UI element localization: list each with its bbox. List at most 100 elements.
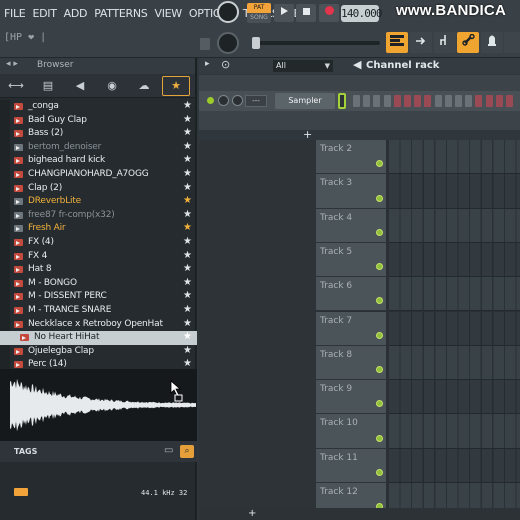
hint-scroll-icon[interactable]: [200, 38, 210, 50]
pat-mode-button[interactable]: PAT: [247, 3, 271, 13]
browser-list-item[interactable]: _conga ★: [0, 100, 197, 114]
favorite-star-icon[interactable]: ★: [183, 195, 192, 206]
favorite-star-icon[interactable]: ★: [183, 236, 192, 247]
search-icon[interactable]: ⌕: [180, 445, 194, 458]
track-enable-led[interactable]: [376, 331, 383, 339]
track-enable-led[interactable]: [376, 468, 383, 476]
browser-list-item[interactable]: bighead hard kick ★: [0, 154, 197, 168]
favorite-star-icon[interactable]: ★: [183, 209, 192, 220]
favorite-star-icon[interactable]: ★: [183, 277, 192, 288]
browser-list-item[interactable]: bertom_denoiser ★: [0, 141, 197, 155]
step-button[interactable]: [465, 95, 473, 107]
step-button[interactable]: [506, 95, 513, 107]
step-button[interactable]: [475, 95, 483, 107]
toolbar-extra-button[interactable]: [504, 32, 520, 53]
channel-name-button[interactable]: Sampler: [275, 93, 335, 109]
step-button[interactable]: [353, 95, 360, 107]
browser-list-item[interactable]: FX (4) ★: [0, 236, 197, 250]
track-header[interactable]: Track 7: [316, 311, 387, 346]
rack-menu-arrow-icon[interactable]: ▸: [205, 59, 210, 69]
stop-button[interactable]: [296, 4, 316, 22]
track-header[interactable]: Track 4: [316, 208, 387, 243]
channel-row[interactable]: --- Sampler: [199, 91, 520, 111]
favorite-star-icon[interactable]: ★: [183, 331, 192, 342]
browser-list-item[interactable]: Bass (2) ★: [0, 127, 197, 141]
favorite-star-icon[interactable]: ★: [183, 182, 192, 193]
cloud-icon[interactable]: ☁: [128, 74, 160, 98]
piano-roll-button[interactable]: [410, 32, 432, 53]
favorite-star-icon[interactable]: ★: [183, 114, 192, 125]
tempo-display[interactable]: 140.000: [341, 5, 383, 22]
plugin-picker-button[interactable]: [481, 32, 503, 53]
browser-list-item[interactable]: Ojuelegba Clap ★: [0, 345, 197, 359]
favorite-star-icon[interactable]: ★: [183, 100, 192, 111]
master-pitch-slider[interactable]: [252, 37, 380, 49]
browser-list-item[interactable]: Neckklace x Retroboy OpenHat ★: [0, 318, 197, 332]
channel-select-box[interactable]: [338, 93, 346, 109]
favorite-star-icon[interactable]: ★: [183, 290, 192, 301]
track-enable-led[interactable]: [376, 297, 383, 305]
track-enable-led[interactable]: [376, 366, 383, 374]
step-button[interactable]: [393, 95, 401, 107]
browser-list-item[interactable]: CHANGPIANOHARD_A7OGG ★: [0, 168, 197, 182]
add-track-icon[interactable]: +: [248, 508, 256, 519]
step-button[interactable]: [424, 95, 432, 107]
track-lane[interactable]: [389, 380, 520, 415]
browser-list-item[interactable]: Fresh Air ★: [0, 222, 197, 236]
files-icon[interactable]: ▤: [32, 74, 64, 98]
menu-edit[interactable]: EDIT: [28, 3, 59, 23]
channel-rack-button[interactable]: [457, 32, 479, 53]
waveform-play-icon[interactable]: [14, 488, 28, 496]
main-volume-knob[interactable]: [217, 1, 239, 23]
track-header[interactable]: Track 10: [316, 414, 387, 449]
slider-thumb[interactable]: [252, 37, 260, 49]
channel-volume-knob[interactable]: [232, 95, 243, 106]
track-header[interactable]: Track 8: [316, 345, 387, 381]
step-button[interactable]: [455, 95, 462, 107]
favorite-star-icon[interactable]: ★: [183, 127, 192, 138]
step-button[interactable]: [434, 95, 442, 107]
step-button[interactable]: [495, 95, 503, 107]
browser-list-item[interactable]: Bad Guy Clap ★: [0, 114, 197, 128]
track-header[interactable]: Track 9: [316, 380, 387, 415]
favorite-star-icon[interactable]: ★: [183, 318, 192, 329]
step-button[interactable]: [383, 95, 391, 107]
mixer-button[interactable]: [434, 32, 456, 53]
favorite-star-icon[interactable]: ★: [183, 263, 192, 274]
star-icon[interactable]: ★: [162, 76, 190, 96]
browser-arrows-icon[interactable]: ◂ ▸: [6, 59, 18, 69]
browser-list-item[interactable]: DReverbLite ★: [0, 195, 197, 209]
track-lane[interactable]: [389, 140, 520, 175]
track-lane[interactable]: [389, 414, 520, 449]
channel-mute-led[interactable]: [207, 97, 214, 104]
rack-options-icon[interactable]: ⊙: [221, 58, 230, 71]
speaker-icon[interactable]: ◀: [64, 74, 96, 98]
step-button[interactable]: [373, 95, 381, 107]
browser-list-item[interactable]: M - BONGO ★: [0, 277, 197, 291]
browser-list-item[interactable]: M - DISSENT PERC ★: [0, 290, 197, 304]
track-lane[interactable]: [389, 174, 520, 209]
track-lane[interactable]: [389, 242, 520, 278]
favorite-star-icon[interactable]: ★: [183, 250, 192, 261]
menu-patterns[interactable]: PATTERNS: [90, 3, 150, 23]
track-lane[interactable]: [389, 277, 520, 312]
folder-icon[interactable]: ▭: [164, 445, 173, 456]
step-button[interactable]: [363, 95, 371, 107]
pat-song-toggle[interactable]: PAT SONG: [247, 3, 271, 23]
favorite-star-icon[interactable]: ★: [183, 222, 192, 233]
channel-filter-select[interactable]: All ▼: [273, 60, 333, 72]
browser-list-item[interactable]: No Heart HiHat ★: [0, 331, 197, 345]
favorite-star-icon[interactable]: ★: [183, 345, 192, 356]
browser-list-item[interactable]: FX 4 ★: [0, 250, 197, 264]
menu-view[interactable]: VIEW: [150, 3, 184, 23]
track-header[interactable]: Track 6: [316, 277, 387, 312]
tags-label[interactable]: TAGS: [14, 447, 37, 456]
favorite-star-icon[interactable]: ★: [183, 304, 192, 315]
track-header[interactable]: Track 11: [316, 448, 387, 483]
browser-list-item[interactable]: free87 fr-comp(x32) ★: [0, 209, 197, 223]
playlist-button[interactable]: [386, 32, 408, 53]
favorite-star-icon[interactable]: ★: [183, 141, 192, 152]
track-header[interactable]: Track 5: [316, 242, 387, 278]
track-header[interactable]: Track 2: [316, 140, 387, 175]
track-enable-led[interactable]: [376, 434, 383, 442]
